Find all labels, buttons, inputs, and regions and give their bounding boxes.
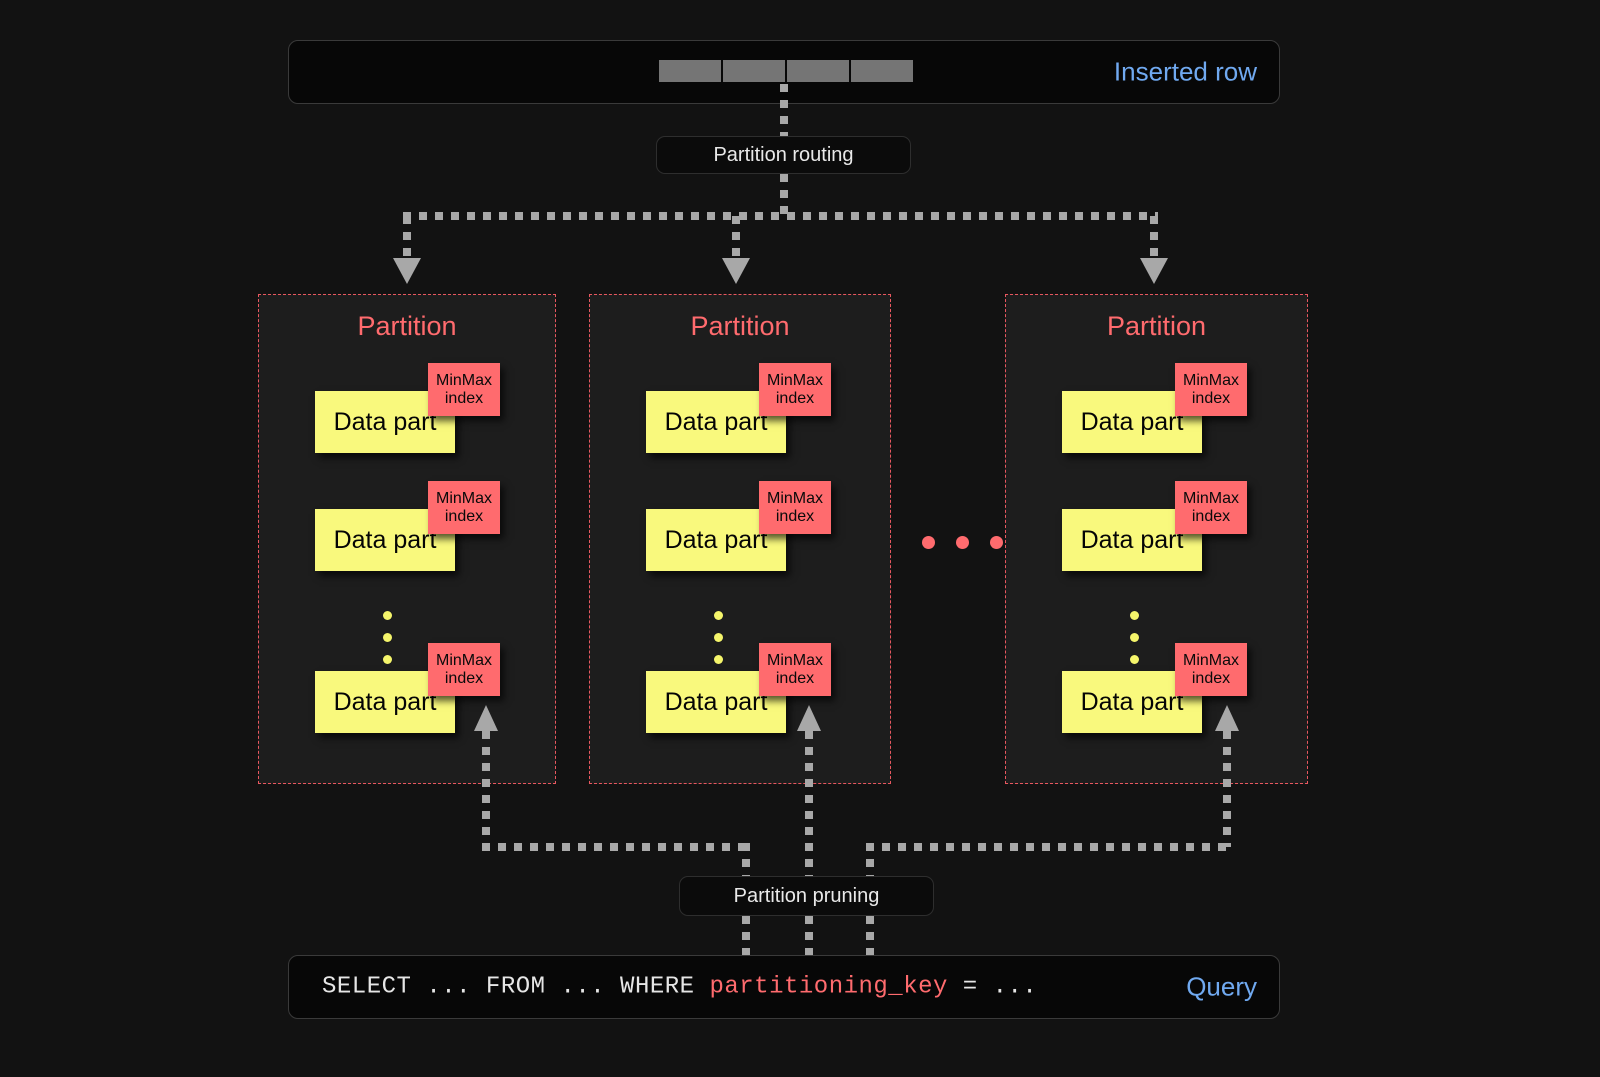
connector-bus-to-partition-3: [1150, 216, 1158, 264]
minmax-index-line-1: MinMax: [766, 371, 823, 389]
partition-routing-label: Partition routing: [713, 143, 854, 166]
connector-pruning-to-partition-3-h: [866, 843, 1231, 851]
minmax-index-box: MinMax index: [1175, 363, 1247, 416]
arrow-to-data-part-2: [797, 705, 821, 731]
arrow-to-partition-1: [393, 258, 421, 284]
data-part-group[interactable]: MinMax index Data part: [646, 481, 836, 577]
minmax-index-line-1: MinMax: [1182, 489, 1239, 507]
minmax-index-line-1: MinMax: [766, 651, 823, 669]
minmax-index-box: MinMax index: [1175, 481, 1247, 534]
minmax-index-line-2: index: [775, 669, 815, 687]
data-part-group[interactable]: MinMax index Data part: [1062, 481, 1252, 577]
connector-routing-to-bus: [780, 174, 788, 216]
partition-box-2[interactable]: Partition MinMax index Data part MinMax …: [589, 294, 891, 784]
minmax-index-box: MinMax index: [759, 643, 831, 696]
query-text-prefix: SELECT ... FROM ... WHERE: [322, 973, 710, 1001]
query-bar: SELECT ... FROM ... WHERE partitioning_k…: [288, 955, 1280, 1019]
connector-pruning-branch-3: [866, 843, 874, 878]
connector-pruning-branch-1: [742, 843, 750, 878]
minmax-index-line-2: index: [444, 669, 484, 687]
minmax-index-box: MinMax index: [759, 481, 831, 534]
minmax-index-box: MinMax index: [428, 481, 500, 534]
arrow-to-partition-3: [1140, 258, 1168, 284]
arrow-to-partition-2: [722, 258, 750, 284]
row-cell: [787, 60, 849, 82]
row-cell: [659, 60, 721, 82]
ellipsis-dot: [1130, 633, 1139, 642]
ellipsis-dot: [383, 633, 392, 642]
partition-box-1[interactable]: Partition MinMax index Data part MinMax …: [258, 294, 556, 784]
connector-bus-to-partition-1: [403, 216, 411, 264]
arrow-to-data-part-1: [474, 705, 498, 731]
ellipsis-dot: [1130, 611, 1139, 620]
minmax-index-line-2: index: [775, 507, 815, 525]
connector-pruning-to-partition-2-v: [805, 731, 813, 878]
query-text-suffix: = ...: [947, 973, 1038, 1001]
partition-box-3[interactable]: Partition MinMax index Data part MinMax …: [1005, 294, 1308, 784]
ellipsis-dot: [990, 536, 1003, 549]
minmax-index-box: MinMax index: [1175, 643, 1247, 696]
connector-pruning-to-partition-1-h: [482, 843, 750, 851]
connector-pruning-to-partition-3-v: [1223, 731, 1231, 847]
minmax-index-line-2: index: [444, 507, 484, 525]
row-cell: [851, 60, 913, 82]
diagram-canvas: Inserted row Partition routing Partition…: [0, 0, 1600, 1077]
data-part-group[interactable]: MinMax index Data part: [315, 363, 505, 459]
connector-pruning-to-query-2: [805, 916, 813, 956]
partition-horizontal-ellipsis: [922, 536, 1003, 549]
minmax-index-line-1: MinMax: [766, 489, 823, 507]
minmax-index-box: MinMax index: [759, 363, 831, 416]
connector-pruning-to-query-3: [866, 916, 874, 956]
minmax-index-line-1: MinMax: [435, 371, 492, 389]
minmax-index-line-2: index: [1191, 669, 1231, 687]
partition-pruning-label: Partition pruning: [733, 884, 880, 907]
data-part-group[interactable]: MinMax index Data part: [1062, 363, 1252, 459]
ellipsis-dot: [922, 536, 935, 549]
minmax-index-line-2: index: [1191, 389, 1231, 407]
connector-row-to-routing: [780, 84, 788, 138]
data-part-group[interactable]: MinMax index Data part: [646, 363, 836, 459]
ellipsis-dot: [714, 611, 723, 620]
arrow-to-data-part-3: [1215, 705, 1239, 731]
query-partitioning-key: partitioning_key: [709, 973, 948, 1001]
minmax-index-line-1: MinMax: [435, 489, 492, 507]
minmax-index-line-1: MinMax: [1182, 651, 1239, 669]
query-text: SELECT ... FROM ... WHERE partitioning_k…: [322, 974, 1037, 1001]
minmax-index-line-2: index: [444, 389, 484, 407]
row-cell: [723, 60, 785, 82]
ellipsis-dot: [383, 611, 392, 620]
inserted-row-label: Inserted row: [1113, 56, 1257, 87]
connector-bus-to-partition-2: [732, 216, 740, 264]
minmax-index-line-1: MinMax: [1182, 371, 1239, 389]
partition-title: Partition: [690, 311, 790, 341]
partition-title: Partition: [1106, 311, 1207, 341]
minmax-index-box: MinMax index: [428, 643, 500, 696]
minmax-index-line-2: index: [775, 389, 815, 407]
connector-pruning-to-partition-1-v: [482, 731, 490, 847]
connector-routing-bus: [403, 212, 1158, 220]
minmax-index-line-2: index: [1191, 507, 1231, 525]
partition-pruning-box: Partition pruning: [679, 876, 934, 916]
connector-pruning-to-query-1: [742, 916, 750, 956]
query-label: Query: [1186, 971, 1257, 1002]
ellipsis-dot: [956, 536, 969, 549]
minmax-index-box: MinMax index: [428, 363, 500, 416]
partition-routing-box: Partition routing: [656, 136, 911, 174]
minmax-index-line-1: MinMax: [435, 651, 492, 669]
inserted-row-cells: [659, 60, 913, 82]
data-part-group[interactable]: MinMax index Data part: [315, 481, 505, 577]
ellipsis-dot: [714, 633, 723, 642]
partition-title: Partition: [357, 311, 457, 341]
